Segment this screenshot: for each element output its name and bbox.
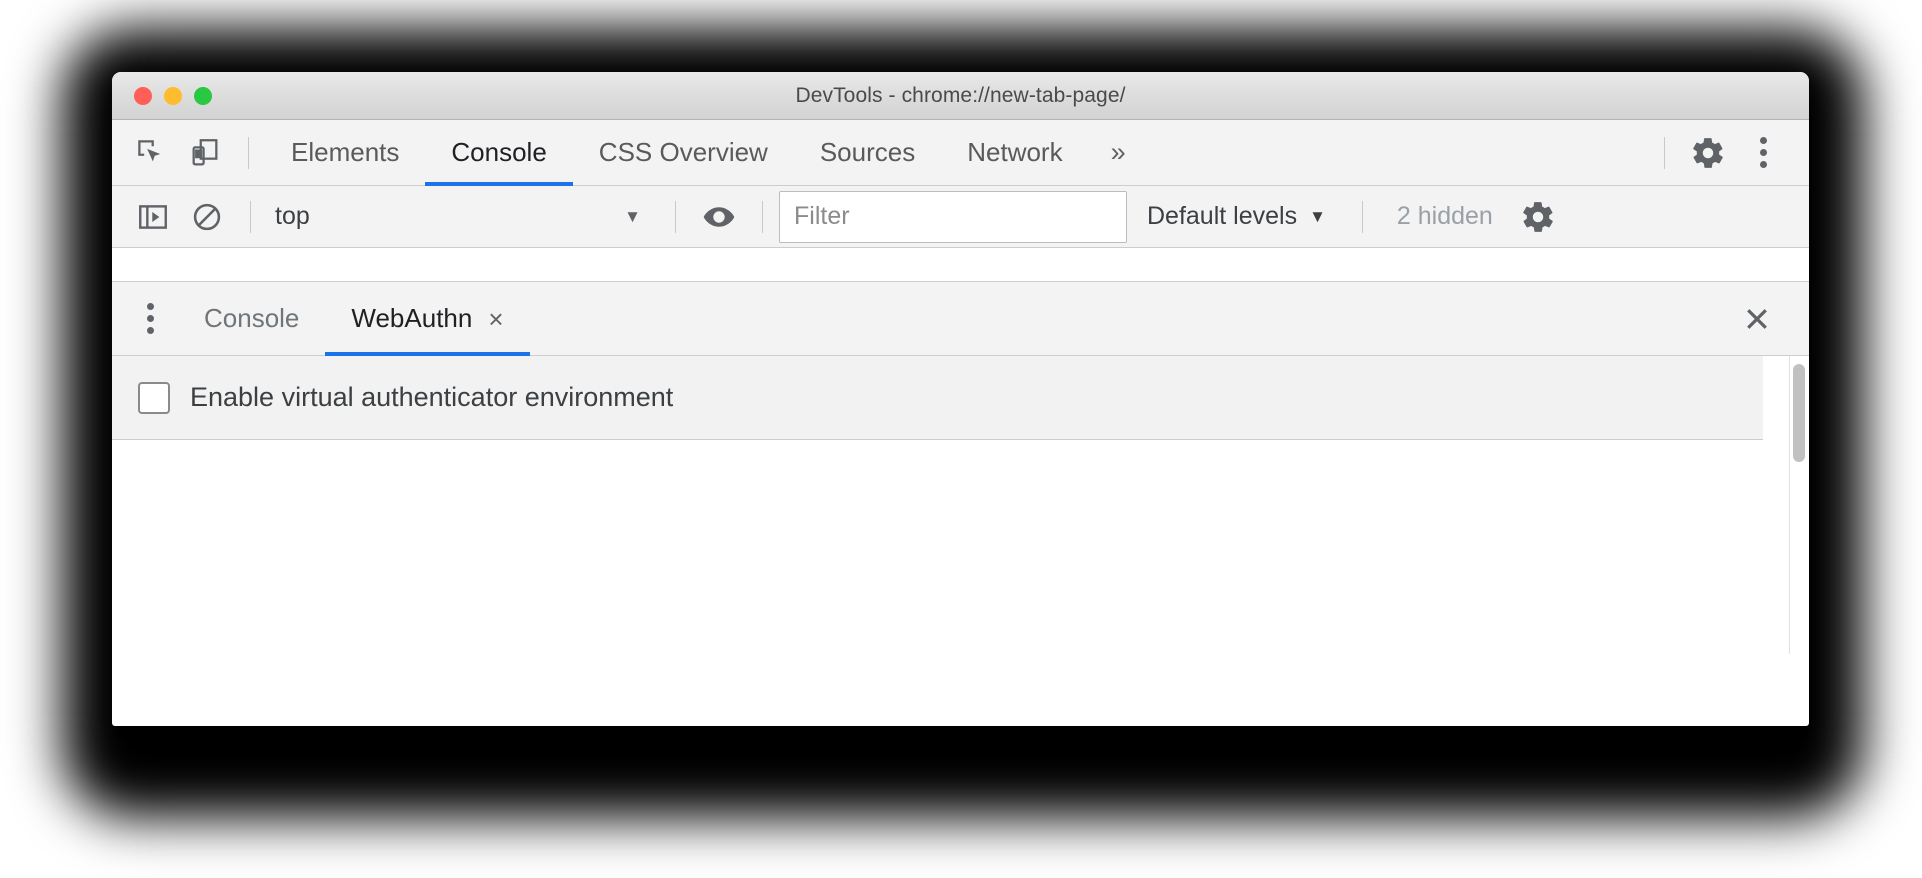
console-sidebar-toggle-icon[interactable] <box>126 190 180 244</box>
tab-console-label: Console <box>451 137 547 167</box>
console-filter-input[interactable] <box>779 190 1127 243</box>
toolbar-divider <box>1664 136 1665 169</box>
log-level-selector[interactable]: Default levels ▼ <box>1127 202 1346 231</box>
webauthn-empty-area <box>112 440 1763 653</box>
drawer-tab-bar: Console WebAuthn × <box>112 282 1809 356</box>
panel-tab-bar: Elements Console CSS Overview Sources Ne… <box>112 120 1809 186</box>
hidden-messages-count: 2 hidden <box>1396 202 1493 230</box>
console-settings-gear-icon[interactable] <box>1511 190 1565 244</box>
drawer-menu-kebab-icon[interactable] <box>122 291 178 347</box>
tab-css-overview[interactable]: CSS Overview <box>573 120 794 186</box>
drawer-tab-console[interactable]: Console <box>178 282 325 356</box>
zoom-window-button[interactable] <box>194 86 212 105</box>
execution-context-selector[interactable]: top ▼ <box>267 195 659 239</box>
enable-virtual-authenticator-row[interactable]: Enable virtual authenticator environment <box>112 356 1763 440</box>
clear-console-icon[interactable] <box>180 190 234 244</box>
chevron-down-icon: ▼ <box>624 206 641 226</box>
tab-elements[interactable]: Elements <box>265 120 425 186</box>
toolbar-divider <box>762 200 763 233</box>
drawer-tab-webauthn[interactable]: WebAuthn × <box>325 282 530 356</box>
toolbar-divider <box>250 200 251 233</box>
tab-sources[interactable]: Sources <box>794 120 941 186</box>
tab-network-label: Network <box>967 137 1063 167</box>
tab-css-overview-label: CSS Overview <box>598 137 768 167</box>
close-drawer-icon[interactable] <box>1735 297 1779 341</box>
drawer-tab-webauthn-label: WebAuthn <box>351 303 473 333</box>
enable-virtual-authenticator-label: Enable virtual authenticator environment <box>190 382 674 412</box>
device-toolbar-icon[interactable] <box>178 126 232 180</box>
toolbar-divider <box>675 200 676 233</box>
console-filter-toolbar: top ▼ Default levels ▼ 2 hidden <box>112 186 1809 248</box>
main-menu-kebab-icon[interactable] <box>1735 125 1791 181</box>
tab-console[interactable]: Console <box>425 120 574 186</box>
window-titlebar: DevTools - chrome://new-tab-page/ <box>112 72 1809 120</box>
live-expression-eye-icon[interactable] <box>692 190 746 244</box>
tab-sources-label: Sources <box>819 137 916 167</box>
toolbar-divider <box>1361 200 1363 233</box>
drawer-tab-console-label: Console <box>204 303 300 333</box>
chevron-down-icon: ▼ <box>1309 206 1326 226</box>
close-webauthn-tab-icon[interactable]: × <box>488 306 503 332</box>
console-message-area <box>112 248 1809 282</box>
tab-network[interactable]: Network <box>941 120 1088 186</box>
tab-elements-label: Elements <box>291 137 400 167</box>
toolbar-divider <box>248 136 249 169</box>
execution-context-value: top <box>275 202 310 230</box>
more-tabs-chevron-icon[interactable]: » <box>1089 120 1148 186</box>
scrollbar-thumb[interactable] <box>1793 364 1805 462</box>
log-level-label: Default levels <box>1147 202 1298 230</box>
page-backdrop: DevTools - chrome://new-tab-page/ Elemen… <box>0 0 1922 878</box>
minimize-window-button[interactable] <box>164 86 182 105</box>
webauthn-scrollbar[interactable] <box>1789 356 1807 654</box>
traffic-light-controls <box>134 86 212 105</box>
panel-tabs-right-actions <box>1648 125 1809 181</box>
window-title: DevTools - chrome://new-tab-page/ <box>795 83 1126 107</box>
settings-gear-icon[interactable] <box>1681 126 1735 180</box>
enable-virtual-authenticator-checkbox[interactable] <box>138 381 170 414</box>
devtools-window: DevTools - chrome://new-tab-page/ Elemen… <box>112 72 1809 726</box>
close-window-button[interactable] <box>134 86 152 105</box>
inspect-element-icon[interactable] <box>124 126 178 180</box>
webauthn-panel: Enable virtual authenticator environment <box>112 356 1809 654</box>
